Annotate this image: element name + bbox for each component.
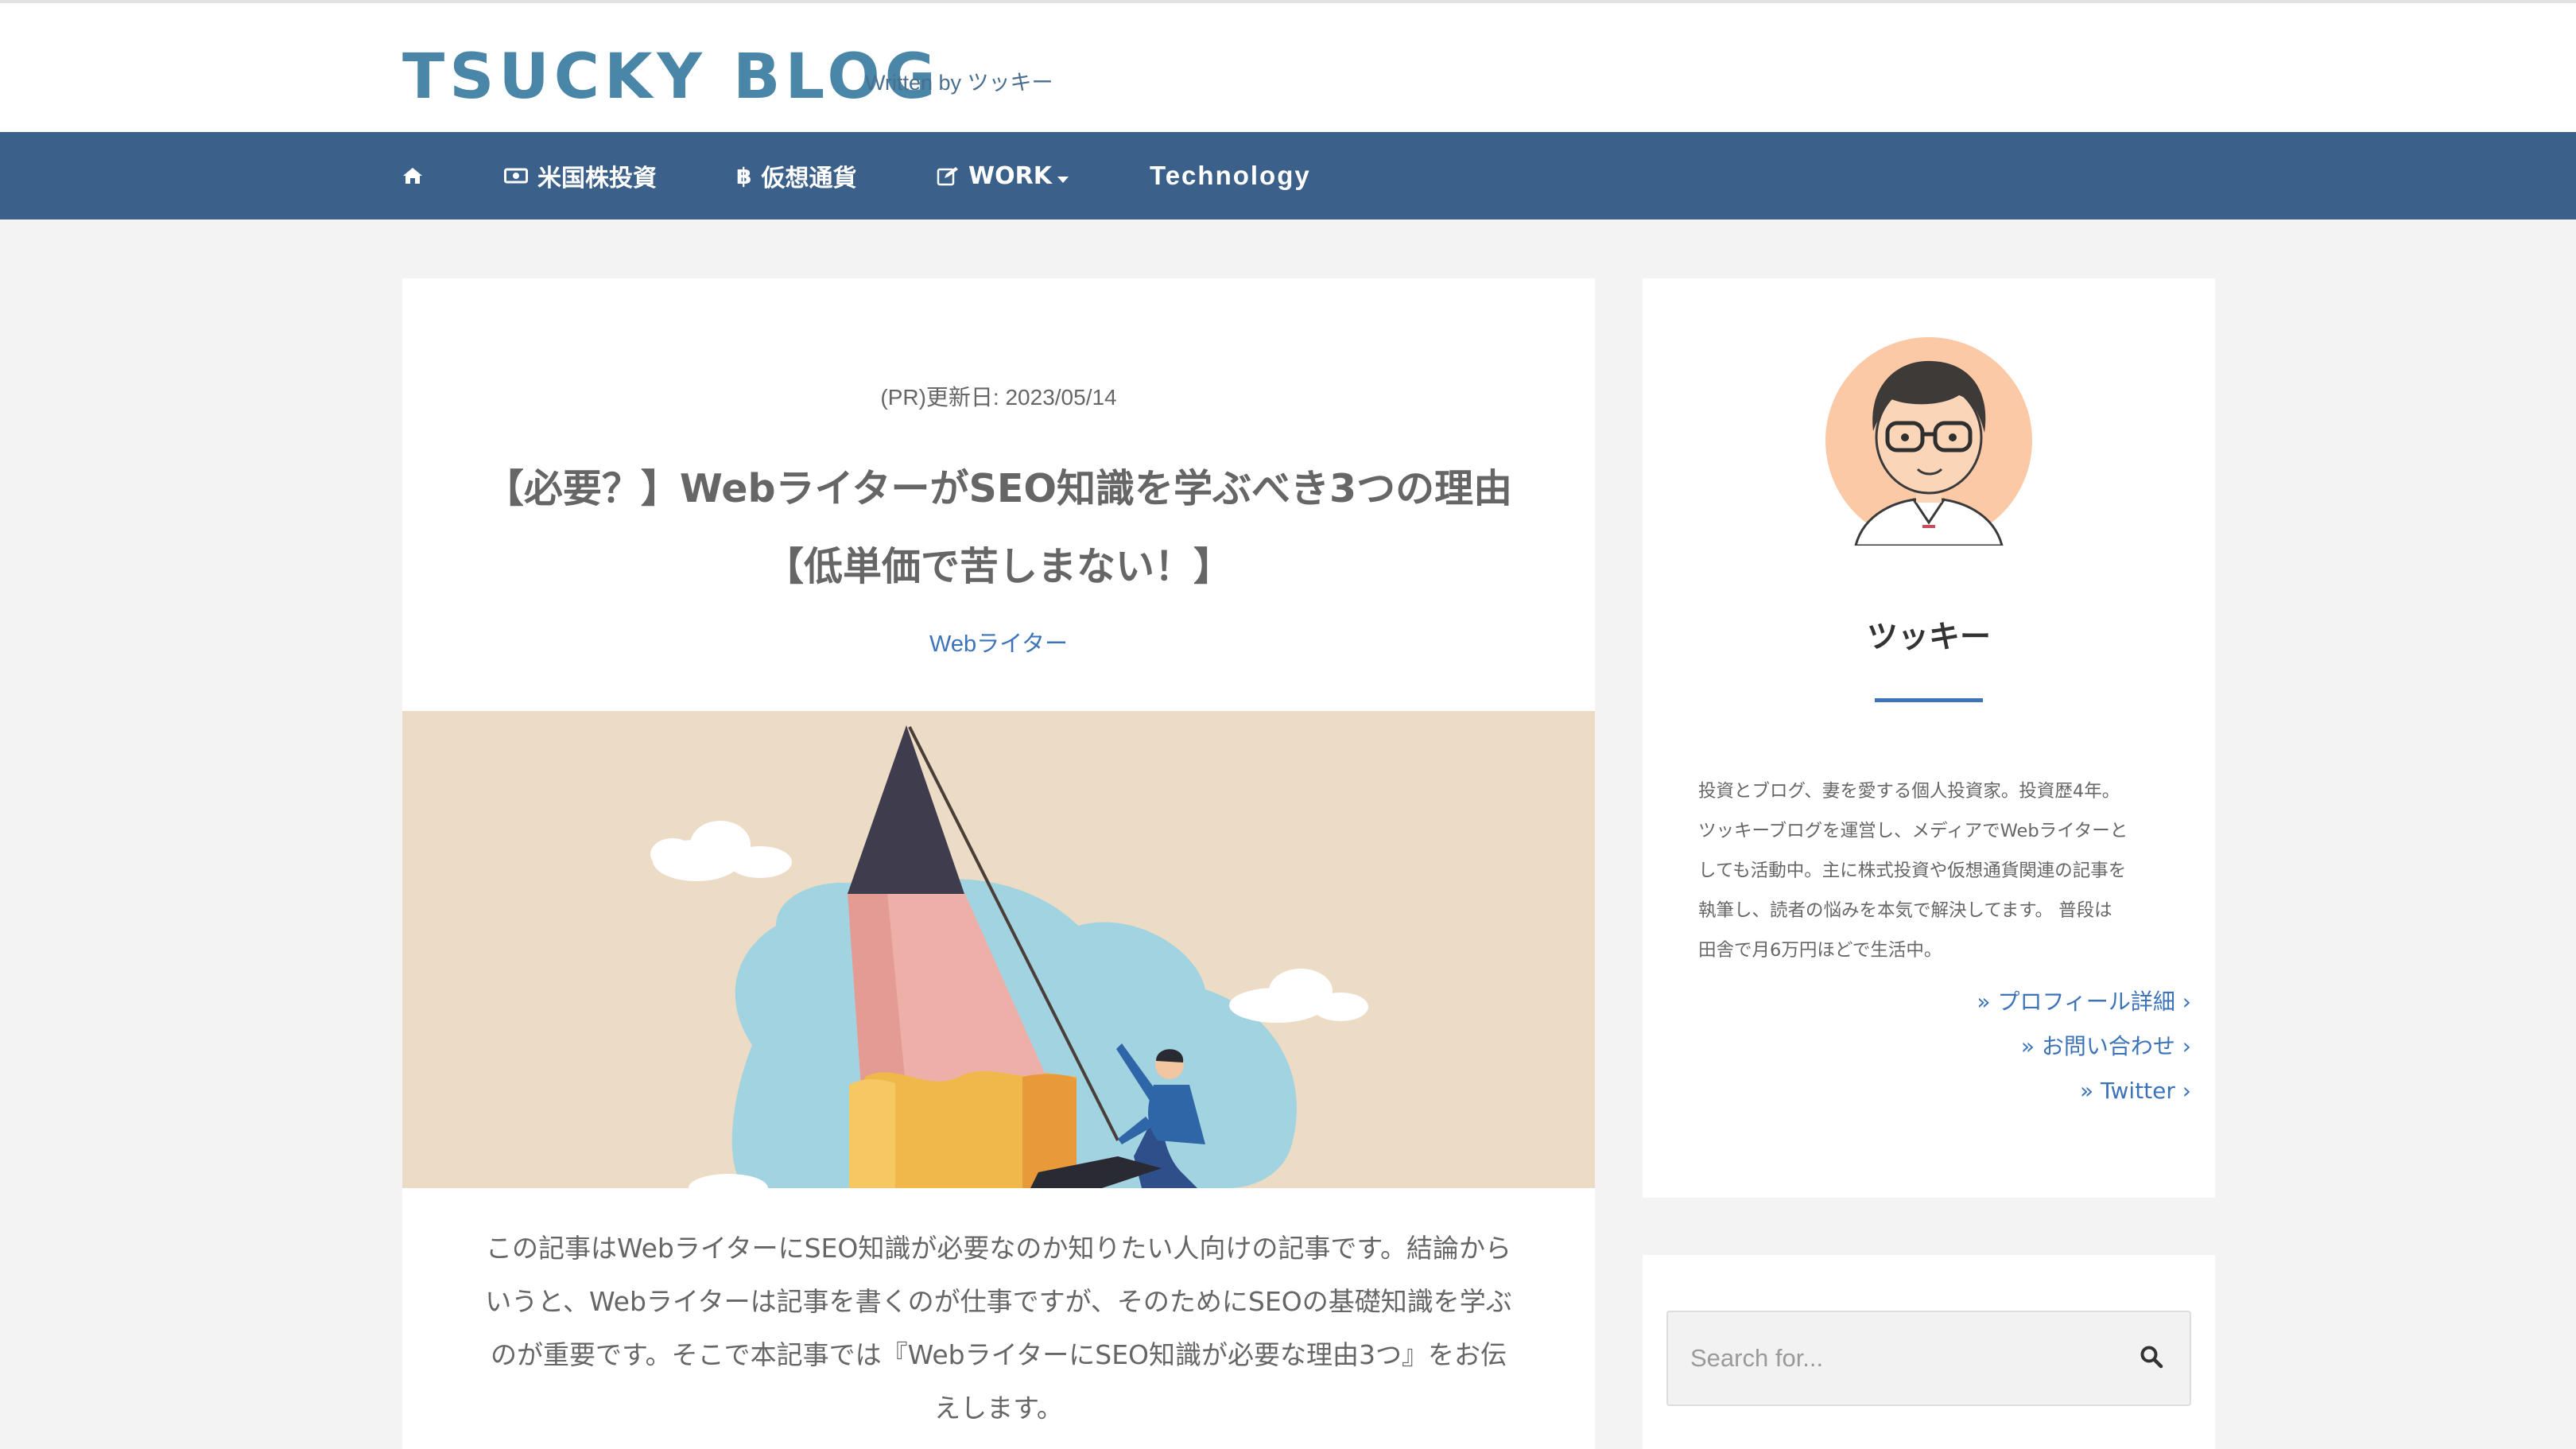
- post-intro: この記事はWebライターにSEO知識が必要なのか知りたい人向けの記事です。結論か…: [466, 1222, 1531, 1435]
- intro-line: いうと、Webライターは記事を書くのが仕事ですが、そのためにSEOの基礎知識を学…: [485, 1286, 1512, 1317]
- profile-name: ツッキー: [1866, 620, 1991, 655]
- site-tagline: Written by ツッキー: [865, 71, 1053, 95]
- nav-label-technology: Technology: [1150, 161, 1311, 190]
- search-input[interactable]: [1668, 1312, 2113, 1404]
- name-underline: [1875, 698, 1983, 702]
- profile-detail-link[interactable]: » プロフィール詳細 ›: [1977, 980, 2191, 1024]
- profile-widget: ツッキー 投資とブログ、妻を愛する個人投資家。投資歴4年。 ツッキーブログを運営…: [1643, 278, 2215, 1198]
- post-title: 【必要？】WebライターがSEO知識を学ぶべき3つの理由 【低単価で苦しまない！…: [466, 450, 1531, 606]
- post-updated-date: (PR)更新日: 2023/05/14: [880, 385, 1117, 410]
- main-nav: 米国株投資 ฿ 仮想通貨 WORK Technology: [0, 132, 2576, 219]
- edit-icon: [937, 165, 959, 186]
- nav-label-crypto: 仮想通貨: [761, 165, 857, 192]
- intro-line: この記事はWebライターにSEO知識が必要なのか知りたい人向けの記事です。結論か…: [485, 1233, 1512, 1264]
- profile-desc-line: ツッキーブログを運営し、メディアでWebライターと: [1698, 821, 2128, 841]
- profile-desc-line: 執筆し、読者の悩みを本気で解決してます。 普段は: [1698, 900, 2112, 921]
- contact-link[interactable]: » お問い合わせ ›: [1977, 1024, 2191, 1069]
- home-icon: [402, 167, 423, 185]
- chevron-down-icon: [1057, 162, 1069, 190]
- nav-item-technology[interactable]: Technology: [1150, 132, 1311, 219]
- profile-desc-line: 投資とブログ、妻を愛する個人投資家。投資歴4年。: [1698, 781, 2120, 802]
- search-widget: [1643, 1255, 2215, 1449]
- nav-item-work[interactable]: WORK: [937, 132, 1069, 219]
- search-box: [1666, 1311, 2191, 1406]
- profile-desc-line: 田舎で月6万円ほどで生活中。: [1698, 940, 1942, 961]
- twitter-link[interactable]: » Twitter ›: [1977, 1069, 2191, 1113]
- post-title-line-1: 【必要？】WebライターがSEO知識を学ぶべき3つの理由: [484, 466, 1513, 511]
- search-icon: [2140, 1345, 2163, 1372]
- hero-image: [402, 711, 1595, 1188]
- avatar: [1824, 336, 2034, 547]
- nav-item-crypto[interactable]: ฿ 仮想通貨: [736, 132, 856, 219]
- profile-desc-line: しても活動中。主に株式投資や仮想通貨関連の記事を: [1698, 860, 2127, 881]
- nav-label-us-stocks: 米国株投資: [537, 165, 657, 192]
- article-card: (PR)更新日: 2023/05/14 【必要？】WebライターがSEO知識を学…: [402, 278, 1595, 1449]
- intro-line: えします。: [934, 1393, 1063, 1424]
- profile-links: » プロフィール詳細 › » お問い合わせ › » Twitter ›: [1977, 980, 2191, 1113]
- intro-line: のが重要です。そこで本記事では『WebライターにSEO知識が必要な理由3つ』をお…: [490, 1339, 1507, 1370]
- post-title-line-2: 【低単価で苦しまない！】: [764, 544, 1232, 589]
- site-title[interactable]: TSUCKY BLOG: [402, 41, 941, 113]
- money-icon: [504, 167, 528, 185]
- nav-item-home[interactable]: [402, 132, 433, 219]
- nav-label-work: WORK: [968, 161, 1052, 190]
- search-button[interactable]: [2128, 1334, 2175, 1382]
- site-header: TSUCKY BLOG Written by ツッキー: [0, 3, 2576, 132]
- profile-description: 投資とブログ、妻を愛する個人投資家。投資歴4年。 ツッキーブログを運営し、メディ…: [1698, 771, 2167, 970]
- bitcoin-icon: ฿: [736, 162, 752, 189]
- post-category-link[interactable]: Webライター: [402, 625, 1595, 658]
- nav-item-us-stocks[interactable]: 米国株投資: [504, 132, 657, 219]
